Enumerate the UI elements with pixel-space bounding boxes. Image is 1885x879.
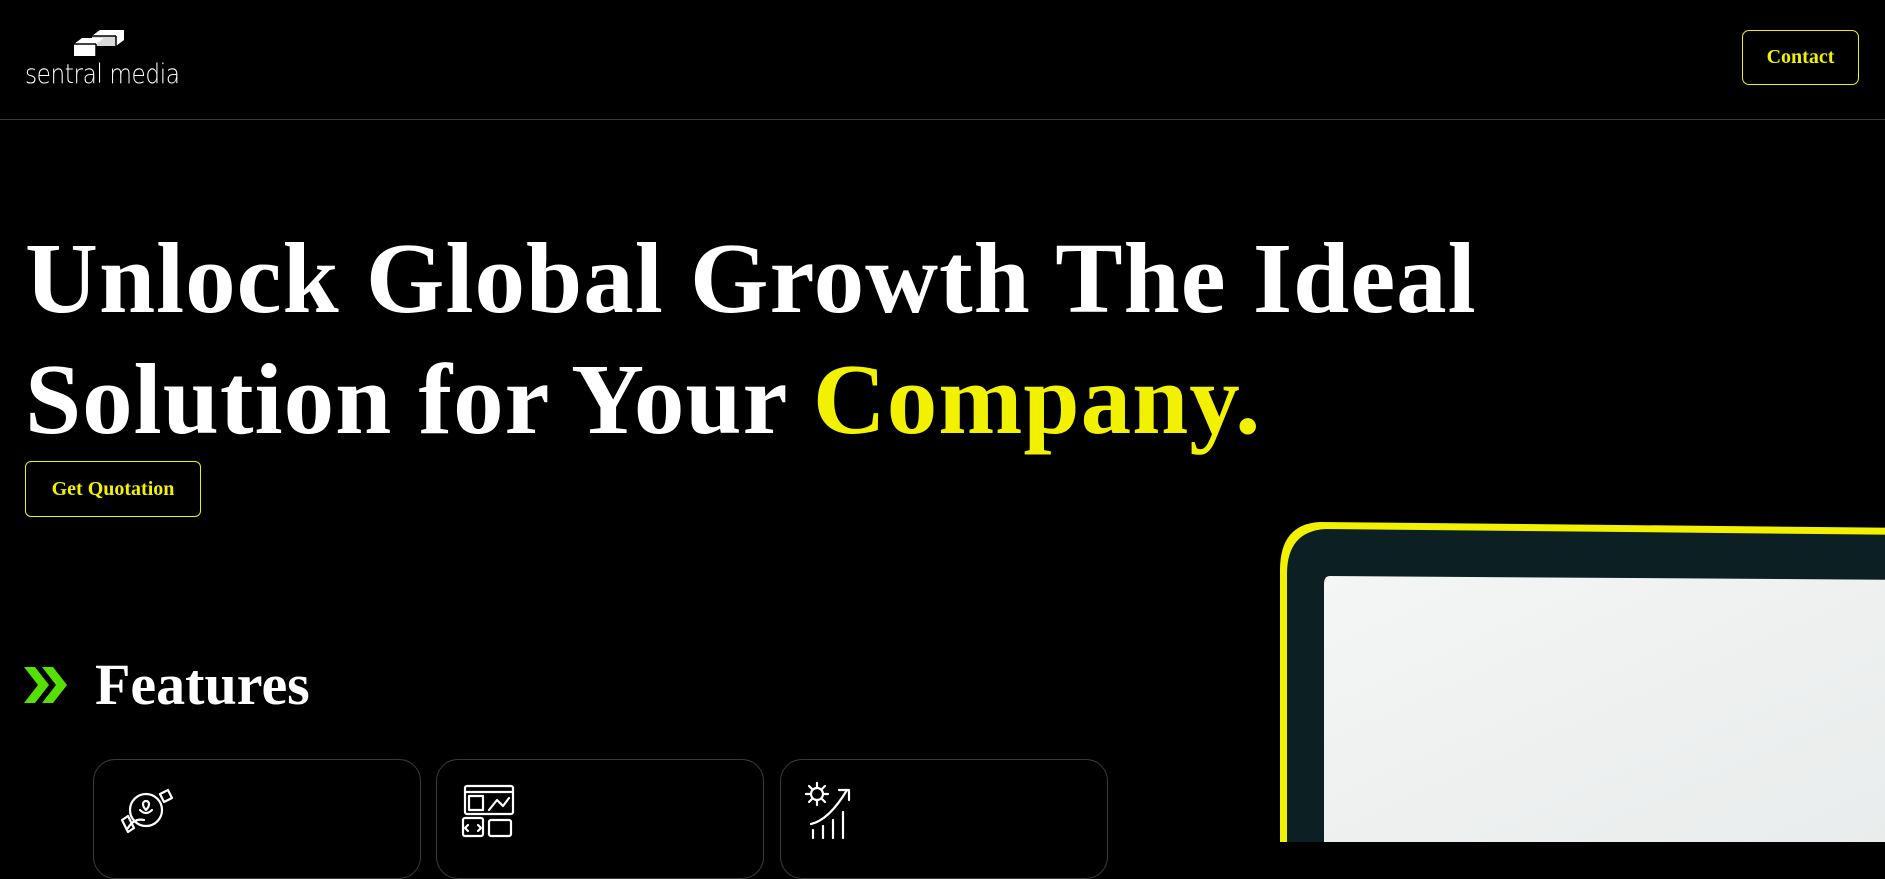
feature-card[interactable] <box>436 759 764 879</box>
features-title: Features <box>95 652 310 717</box>
gear-growth-chart-icon <box>804 781 851 840</box>
brand-name: sentral media <box>25 59 180 90</box>
hero-title-accent: Company. <box>812 343 1262 455</box>
laptop-image <box>1280 522 1885 842</box>
contact-button[interactable]: Contact <box>1742 30 1859 85</box>
get-quotation-button[interactable]: Get Quotation <box>25 461 201 517</box>
feature-card[interactable] <box>93 759 421 879</box>
web-design-code-image-icon <box>461 784 515 838</box>
double-chevron-right-icon <box>24 667 67 703</box>
stacked-blocks-logo-icon <box>74 30 124 56</box>
site-header: sentral media Contact <box>0 0 1885 120</box>
logo[interactable]: sentral media <box>25 26 185 90</box>
hero-title-line1: Unlock Global Growth The Ideal <box>25 222 1477 334</box>
hand-heart-globe-icon <box>120 788 174 834</box>
feature-card[interactable] <box>780 759 1108 879</box>
hero-title-line2: Solution for Your <box>25 343 813 455</box>
hero-title: Unlock Global Growth The Ideal Solution … <box>25 218 1477 460</box>
